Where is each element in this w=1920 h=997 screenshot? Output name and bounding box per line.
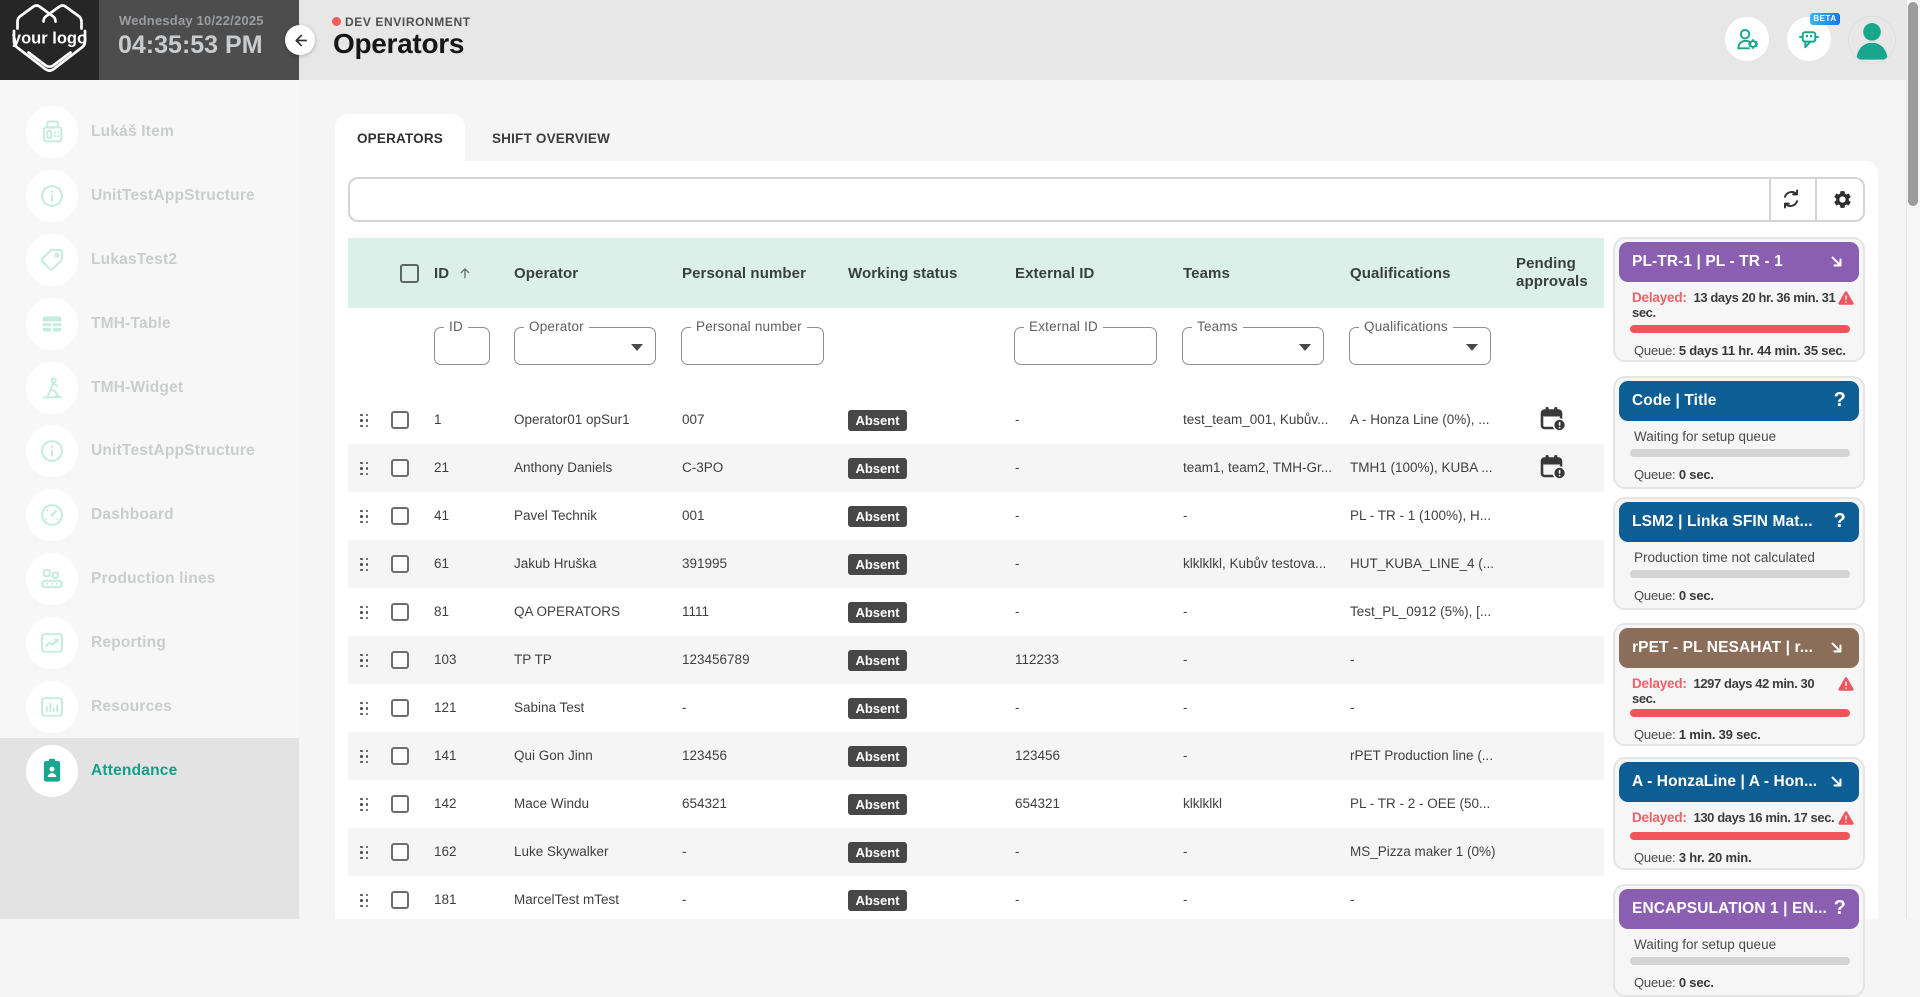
svg-text:your logo: your logo [12,30,87,48]
